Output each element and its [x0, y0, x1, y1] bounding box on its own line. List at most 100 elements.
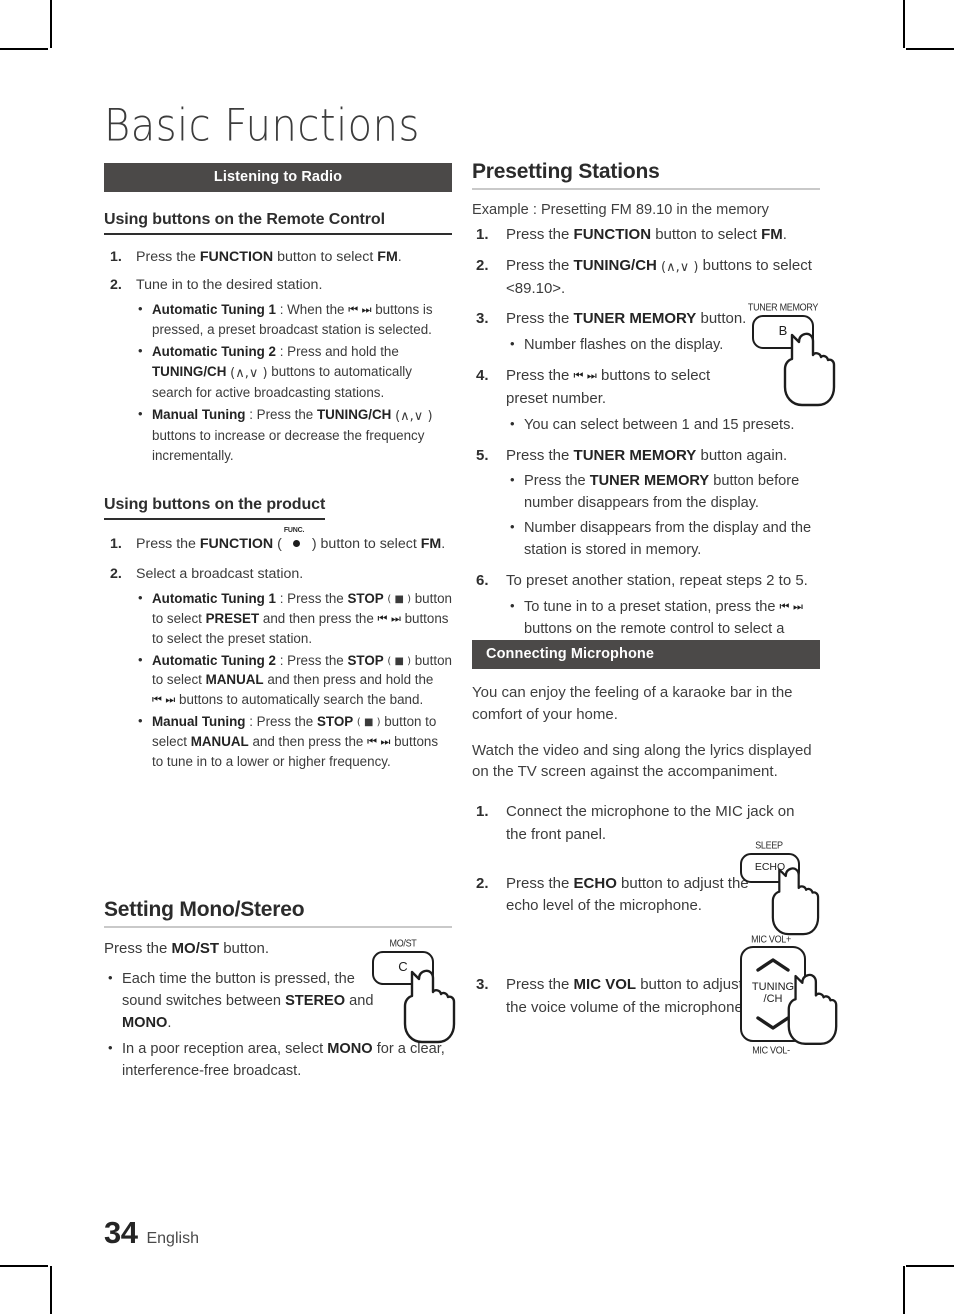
bullet-manual-tuning: Manual Tuning : Press the STOP ( ■ ) but… — [136, 711, 452, 771]
bullet-separator: : — [245, 714, 257, 730]
step-text-a: Press the — [506, 446, 574, 464]
section-bar-listening-to-radio: Listening to Radio — [104, 163, 452, 192]
step-text-a: Press the — [506, 874, 574, 892]
step-text-e: . — [782, 226, 787, 243]
crop-mark-bottom-left-vertical — [50, 1266, 52, 1314]
mic-paragraph-1: You can enjoy the feeling of a karaoke b… — [472, 684, 793, 723]
pointing-hand-icon — [787, 973, 838, 1045]
most-button-illustration: MO/ST C — [372, 937, 456, 1046]
bold-tuner-memory: TUNER MEMORY — [589, 473, 710, 490]
bullet-body-a: Press the — [256, 406, 317, 422]
step-text-a: To preset another station, repeat steps … — [506, 571, 808, 589]
step-text-mid: button to select — [316, 535, 421, 552]
crop-mark-top-left-horizontal — [0, 48, 48, 50]
presetting-step-1: 1. Press the FUNCTION button to select FM… — [472, 224, 820, 247]
page-language: English — [146, 1230, 199, 1247]
step-text-a: Press the — [506, 310, 574, 328]
bullet-text-c: . — [167, 1014, 172, 1031]
bullet-body-c: and then press the — [259, 610, 378, 626]
bold-function: FUNCTION — [573, 226, 652, 243]
bullet-label: Manual Tuning — [152, 406, 246, 422]
step-text-mid: button to select — [273, 249, 378, 265]
product-steps-list: 1. Press the FUNCTION (FUNC.) button to s… — [104, 527, 452, 772]
stop-icon: ( ■ ) — [356, 717, 381, 729]
bullet-body-b: buttons to increase or decrease the freq… — [152, 428, 425, 463]
bold-echo: ECHO — [573, 874, 617, 892]
pointing-hand-icon — [771, 867, 820, 936]
remote-step-2: 2. Tune in to the desired station. Automa… — [104, 275, 452, 466]
left-column: Listening to Radio Using buttons on the … — [104, 163, 452, 780]
sleep-caption: SLEEP — [755, 839, 783, 851]
heading-rule — [104, 926, 452, 928]
bullet-presets-range: You can select between 1 and 15 presets. — [506, 414, 806, 437]
bold-most: MO/ST — [171, 940, 220, 957]
bullet-automatic-tuning-2: Automatic Tuning 2 : Press and hold the … — [136, 341, 452, 403]
stop-icon: ( ■ ) — [387, 594, 412, 606]
mono-bullets: Each time the button is pressed, the sou… — [104, 968, 376, 1035]
func-icon-label: FUNC. — [283, 526, 305, 534]
step-number: 1. — [110, 535, 122, 552]
bullet-body-c: and then press the — [248, 733, 368, 749]
bold-stop: STOP — [316, 714, 354, 730]
crop-mark-top-left-vertical — [50, 0, 52, 48]
bold-mode: MANUAL — [190, 733, 249, 749]
bold-mic-vol: MIC VOL — [573, 976, 637, 994]
rocker-label-line2: /CH — [763, 992, 783, 1005]
crop-mark-bottom-right-horizontal — [906, 1265, 954, 1267]
bullet-separator: : — [275, 302, 288, 318]
step-number: 2. — [476, 256, 489, 274]
heading-using-buttons-product: Using buttons on the product — [104, 496, 325, 520]
step-text: Tune in to the desired station. — [136, 277, 323, 294]
bullet-automatic-tuning-2: Automatic Tuning 2 : Press the STOP ( ■ … — [136, 650, 452, 710]
step-text-a: Press the — [506, 367, 574, 385]
bullet-text-a: Press the — [524, 473, 590, 490]
step-text-c: button again. — [696, 446, 788, 464]
right-column: Presetting Stations Example : Presetting… — [472, 160, 820, 670]
bullet-body-a: Press the — [287, 652, 348, 668]
bold-stereo: STEREO — [285, 992, 346, 1009]
step-text-a: Press the — [506, 226, 574, 243]
step-number: 3. — [476, 310, 489, 328]
bullet-label: Manual Tuning — [152, 714, 246, 730]
prev-next-icons: ⏮ ⏭ — [152, 693, 176, 707]
presetting-steps-list: 1. Press the FUNCTION button to select FM… — [472, 224, 820, 662]
bold-fm: FM — [761, 226, 783, 243]
mic-vol-rocker-illustration: MIC VOL+ TUNING /CH MIC VOL- — [740, 933, 840, 1064]
bullet-body-a: Press and hold the — [287, 343, 399, 359]
bullet-body-a: Press the — [256, 714, 317, 730]
step-text-post: . — [397, 249, 402, 265]
step-number: 4. — [476, 367, 489, 385]
bullet-separator: : — [245, 406, 257, 422]
step-5-bullets: Press the TUNER MEMORY button before num… — [506, 470, 820, 562]
crop-mark-top-right-horizontal — [906, 48, 954, 50]
bold-function: FUNCTION — [199, 535, 274, 552]
echo-button-illustration: SLEEP ECHO — [740, 839, 832, 940]
page-number: 34 — [104, 1215, 138, 1250]
bold-tuner-memory: TUNER MEMORY — [573, 310, 697, 328]
bullet-number-flashes: Number flashes on the display. — [506, 334, 776, 357]
bold-stop: STOP — [347, 652, 384, 668]
presetting-step-2: 2. Press the TUNING/CH (∧,∨ ) buttons to … — [472, 255, 820, 301]
step-text-a: Connect the microphone to the MIC jack o… — [506, 803, 795, 843]
heading-using-buttons-remote: Using buttons on the Remote Control — [104, 211, 452, 235]
bullet-press-before-disappear: Press the TUNER MEMORY button before num… — [506, 470, 820, 515]
bullet-automatic-tuning-1: Automatic Tuning 1 : Press the STOP ( ■ … — [136, 588, 452, 648]
bullet-label: Automatic Tuning 1 — [152, 302, 276, 318]
bold-fm: FM — [377, 249, 398, 265]
section-bar-connecting-microphone: Connecting Microphone — [472, 640, 820, 669]
mic-vol-plus-caption: MIC VOL+ — [751, 933, 791, 945]
step-4-bullets: You can select between 1 and 15 presets. — [506, 414, 806, 437]
product-step-1: 1. Press the FUNCTION (FUNC.) button to s… — [104, 527, 452, 554]
step-text-post: . — [441, 535, 446, 552]
crop-mark-top-right-vertical — [903, 0, 905, 48]
step-number: 6. — [476, 571, 489, 589]
step-number: 1. — [110, 249, 122, 265]
up-down-chevron-icons: (∧,∨ ) — [395, 408, 433, 424]
bold-tuning-ch: TUNING/CH — [573, 256, 657, 274]
prev-next-icons: ⏮ ⏭ — [573, 369, 597, 383]
bold-tuner-memory: TUNER MEMORY — [573, 446, 697, 464]
tuner-memory-button-illustration: TUNER MEMORY B — [742, 301, 840, 410]
bold-tuning-ch: TUNING/CH — [152, 363, 227, 379]
pointing-hand-icon — [403, 969, 456, 1044]
bold-mode: PRESET — [205, 610, 260, 626]
